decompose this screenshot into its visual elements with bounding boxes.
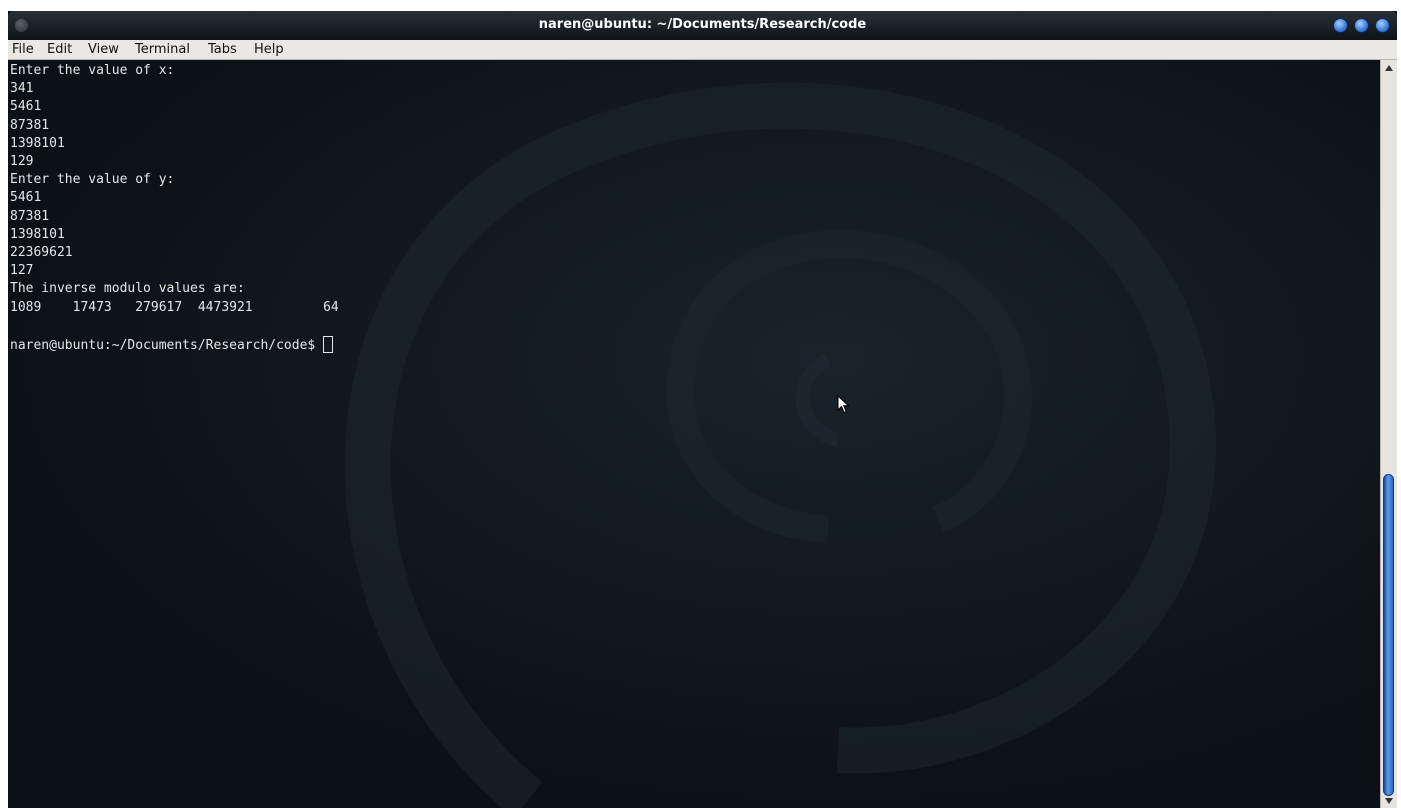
menu-file[interactable]: File: [12, 42, 34, 57]
terminal-output-line: 5461: [10, 190, 42, 206]
scroll-up-icon[interactable]: [1385, 65, 1393, 71]
menu-terminal[interactable]: Terminal: [135, 42, 190, 57]
terminal-output-line: 87381: [10, 117, 50, 133]
terminal-output-line: Enter the value of y:: [10, 172, 175, 188]
minimize-icon[interactable]: [1333, 18, 1348, 33]
maximize-icon[interactable]: [1354, 18, 1369, 33]
close-icon[interactable]: [1375, 18, 1390, 33]
title-bar[interactable]: naren@ubuntu: ~/Documents/Research/code: [8, 11, 1397, 40]
text-cursor: [323, 336, 334, 353]
scrollbar-thumb[interactable]: [1383, 474, 1394, 796]
terminal-output-line: 129: [10, 154, 34, 170]
prompt-line[interactable]: naren@ubuntu:~/Documents/Research/code$: [10, 336, 334, 355]
vertical-scrollbar[interactable]: [1380, 60, 1397, 808]
terminal-area[interactable]: Enter the value of x: 341 5461 87381 1398101…: [8, 60, 1380, 808]
terminal-output-line: Enter the value of x:: [10, 63, 175, 78]
menu-edit[interactable]: Edit: [47, 42, 72, 57]
terminal-output-line: 87381: [10, 208, 50, 224]
menu-help[interactable]: Help: [254, 42, 284, 57]
menu-bar: File Edit View Terminal Tabs Help: [8, 40, 1397, 60]
terminal-output-line: 341: [10, 81, 34, 97]
terminal-output-line: The inverse modulo values are:: [10, 281, 245, 297]
mouse-pointer-icon: [837, 395, 850, 414]
terminal-output-line: 5461: [10, 99, 42, 115]
shell-prompt: naren@ubuntu:~/Documents/Research/code$: [10, 338, 324, 353]
window-title: naren@ubuntu: ~/Documents/Research/code: [538, 17, 867, 32]
terminal-output: Enter the value of x: 341 5461 87381 1398101…: [10, 62, 339, 335]
menu-tabs[interactable]: Tabs: [208, 42, 237, 57]
terminal-output-line: 22369621: [10, 245, 73, 261]
scroll-down-icon[interactable]: [1385, 798, 1393, 804]
terminal-output-line: 1089 17473 279617 4473921 64: [10, 299, 339, 315]
terminal-window: naren@ubuntu: ~/Documents/Research/code …: [8, 11, 1397, 808]
terminal-output-line: 1398101: [10, 226, 65, 242]
terminal-output-line: 127: [10, 263, 34, 279]
terminal-output-line: 1398101: [10, 135, 65, 151]
menu-view[interactable]: View: [88, 42, 119, 57]
